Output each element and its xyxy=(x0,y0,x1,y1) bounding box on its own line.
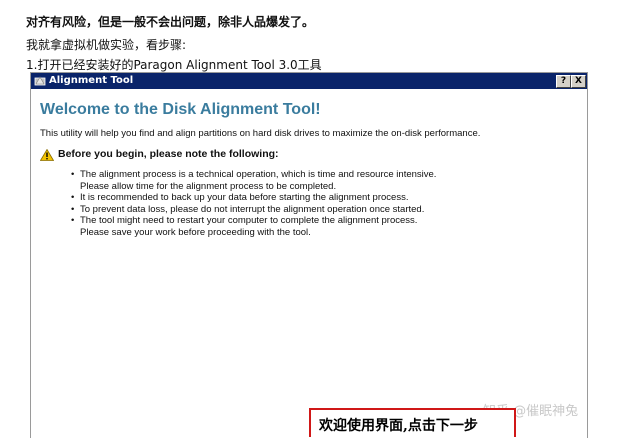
list-item: The alignment process is a technical ope… xyxy=(71,169,436,192)
article-line-1: 对齐有风险，但是一般不会出问题，除非人品爆发了。 xyxy=(26,15,315,29)
alignment-tool-window: Alignment Tool ? X Welcome to the Disk A… xyxy=(30,72,588,438)
list-item-line: Please save your work before proceeding … xyxy=(80,226,311,238)
window-title: Alignment Tool xyxy=(49,75,134,86)
warning-triangle-icon xyxy=(40,149,54,161)
list-item-line: It is recommended to back up your data b… xyxy=(80,192,409,203)
warning-heading: Before you begin, please note the follow… xyxy=(58,148,279,160)
window-titlebar[interactable]: Alignment Tool ? X xyxy=(31,73,587,89)
list-item-line: The tool might need to restart your comp… xyxy=(80,215,418,226)
annotation-caption-box: 欢迎使用界面,点击下一步 xyxy=(309,408,516,437)
help-button[interactable]: ? xyxy=(556,75,571,88)
article-line-2: 我就拿虚拟机做实验，看步骤: xyxy=(26,38,187,52)
welcome-heading: Welcome to the Disk Alignment Tool! xyxy=(40,101,321,118)
alignment-tool-app-icon xyxy=(34,76,46,86)
list-item: The tool might need to restart your comp… xyxy=(71,215,436,238)
list-item: To prevent data loss, please do not inte… xyxy=(71,204,436,216)
list-item-line: To prevent data loss, please do not inte… xyxy=(80,203,425,215)
notes-list: The alignment process is a technical ope… xyxy=(71,169,436,238)
list-item-line: The alignment process is a technical ope… xyxy=(80,169,437,180)
list-item: It is recommended to back up your data b… xyxy=(71,192,436,204)
intro-text: This utility will help you find and alig… xyxy=(40,128,481,139)
article-line-3: 1.打开已经安装好的Paragon Alignment Tool 3.0工具 xyxy=(26,58,322,72)
annotation-caption: 欢迎使用界面,点击下一步 xyxy=(319,418,478,434)
close-button[interactable]: X xyxy=(571,75,586,88)
list-item-line: Please allow time for the alignment proc… xyxy=(80,180,337,192)
